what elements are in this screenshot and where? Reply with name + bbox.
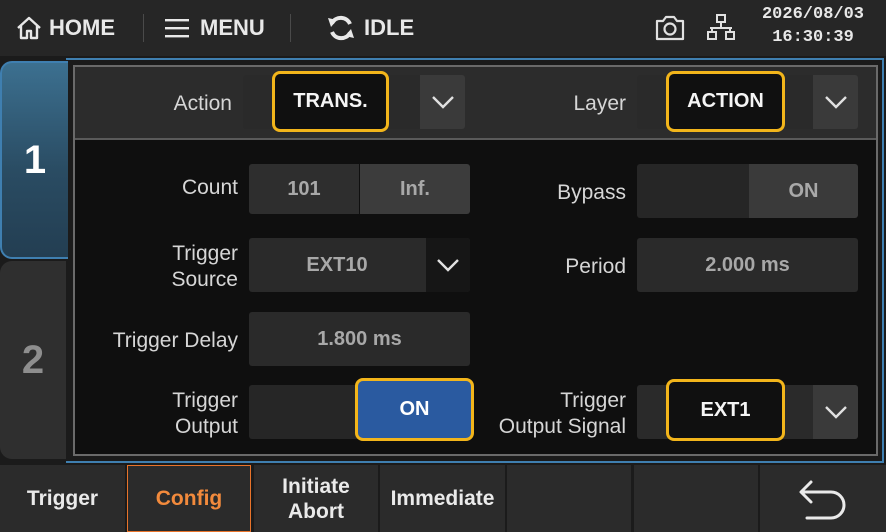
softkey-config[interactable]: Config — [127, 465, 251, 532]
bypass-off-segment[interactable] — [637, 164, 749, 218]
date: 2026/08/03 — [761, 5, 865, 24]
channel-tab-1[interactable]: 1 — [0, 61, 68, 259]
count-label: Count — [181, 176, 238, 199]
softkey-initiate-label: Initiate — [282, 474, 350, 498]
trigger-source-label-line1: Trigger — [172, 242, 238, 265]
trigger-output-label-line2: Output — [174, 415, 238, 438]
period-input[interactable]: 2.000 ms — [637, 238, 858, 292]
layer-label: Layer — [573, 92, 626, 115]
trigger-output-label-line1: Trigger — [172, 389, 238, 412]
camera-icon[interactable] — [654, 14, 686, 42]
back-button[interactable] — [760, 465, 886, 532]
chevron-down-icon — [824, 96, 847, 109]
action-label: Action — [173, 92, 232, 115]
softkey-trigger[interactable]: Trigger — [0, 465, 125, 532]
channel-tab-2-label: 2 — [21, 337, 45, 382]
trigger-output-label: Trigger Output — [120, 388, 238, 440]
menu-label: MENU — [200, 15, 265, 40]
chevron-down-icon — [431, 96, 454, 109]
softkey-empty-6[interactable] — [634, 465, 758, 532]
softkey-abort-label: Abort — [288, 499, 344, 523]
back-arrow-icon — [799, 480, 846, 519]
hamburger-icon — [165, 19, 189, 38]
softkey-initiate-abort[interactable]: Initiate Abort — [254, 465, 378, 532]
network-icon — [707, 14, 735, 40]
trigger-output-signal-dropdown-button[interactable] — [813, 385, 858, 439]
bypass-on-button[interactable]: ON — [749, 164, 858, 218]
trigger-source-label-line2: Source — [171, 268, 238, 291]
period-label: Period — [565, 255, 626, 278]
divider — [143, 14, 144, 42]
action-value[interactable]: TRANS. — [272, 71, 389, 132]
softkey-immediate[interactable]: Immediate — [380, 465, 505, 532]
divider — [290, 14, 291, 42]
count-value-button[interactable]: 101 — [249, 164, 359, 214]
datetime: 2026/08/03 16:30:39 — [748, 3, 878, 49]
layer-value[interactable]: ACTION — [666, 71, 785, 132]
layer-dropdown-button[interactable] — [813, 75, 858, 129]
channel-tab-2[interactable]: 2 — [0, 261, 66, 459]
trigger-output-signal-value[interactable]: EXT1 — [666, 379, 785, 441]
trigger-source-label: Trigger Source — [120, 241, 238, 293]
time: 16:30:39 — [772, 28, 854, 47]
menu-button[interactable]: MENU — [164, 0, 265, 56]
trigger-delay-input[interactable]: 1.800 ms — [249, 312, 470, 366]
refresh-icon — [328, 15, 354, 41]
trigger-output-on-button[interactable]: ON — [355, 378, 474, 441]
trigger-source-dropdown-button[interactable] — [426, 238, 470, 292]
softkey-empty-5[interactable] — [507, 465, 631, 532]
bypass-label: Bypass — [557, 181, 626, 204]
top-bar: HOME MENU IDLE 2026/08/03 16:30:39 — [0, 0, 886, 56]
home-label: HOME — [49, 15, 115, 40]
chevron-down-icon — [824, 406, 847, 419]
status-label: IDLE — [364, 15, 415, 40]
action-dropdown-button[interactable] — [420, 75, 465, 129]
trigger-output-signal-label-line2: Output Signal — [498, 415, 626, 438]
trigger-delay-label: Trigger Delay — [112, 329, 238, 352]
trigger-output-signal-label: Trigger Output Signal — [470, 388, 626, 440]
home-button[interactable]: HOME — [16, 0, 115, 56]
home-icon — [17, 16, 41, 40]
trigger-source-value[interactable]: EXT10 — [249, 238, 425, 292]
run-status: IDLE — [326, 0, 414, 56]
channel-tab-1-label: 1 — [23, 137, 47, 182]
trigger-output-signal-label-line1: Trigger — [560, 389, 626, 412]
softkey-bar: Trigger Config Initiate Abort Immediate — [0, 465, 886, 532]
count-infinite-button[interactable]: Inf. — [360, 164, 470, 214]
chevron-down-icon — [437, 259, 459, 272]
